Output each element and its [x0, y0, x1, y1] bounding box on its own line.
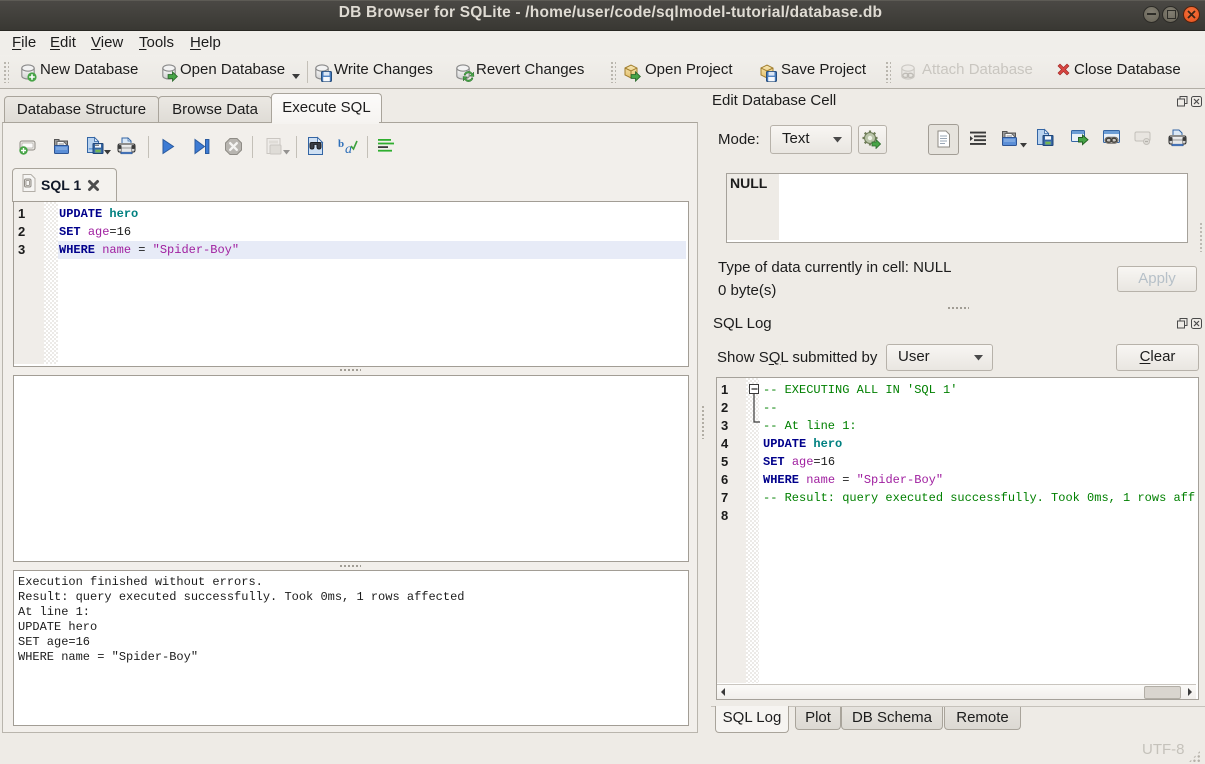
svg-text:b: b: [338, 138, 344, 150]
svg-text:a: a: [345, 142, 352, 156]
